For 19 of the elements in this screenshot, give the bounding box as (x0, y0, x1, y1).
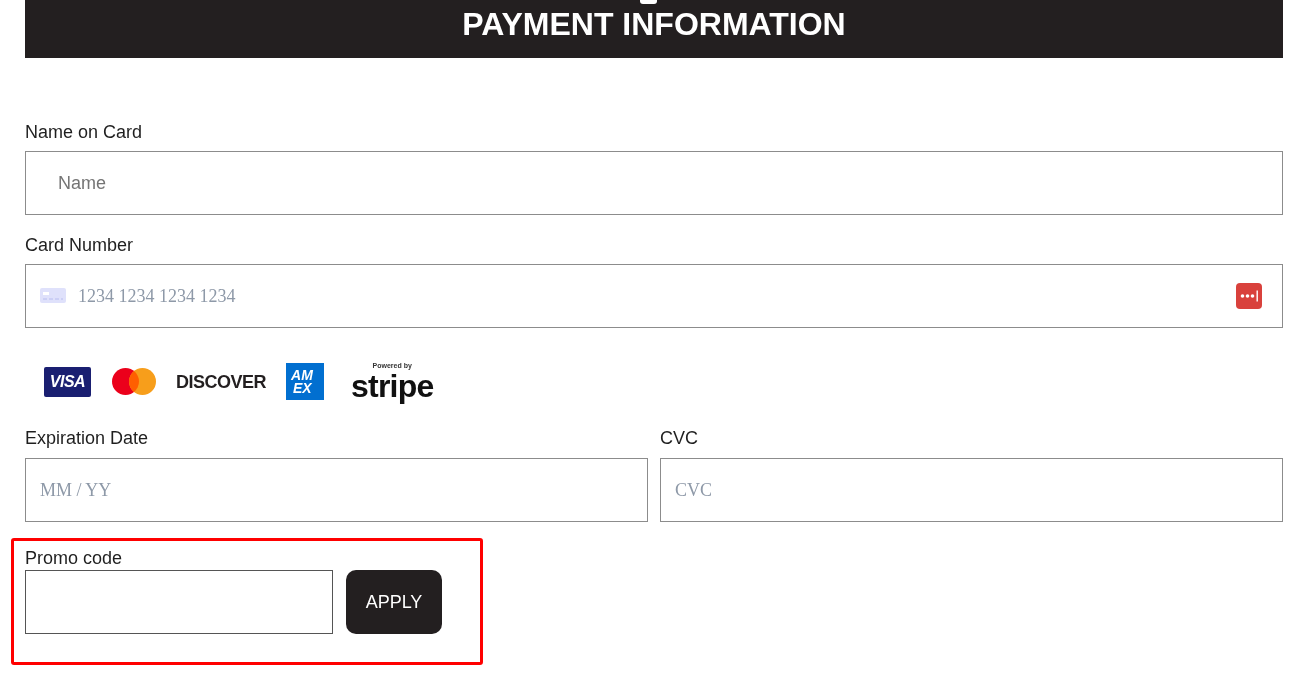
amex-logo: AM EX (286, 363, 325, 400)
discover-logo: DISCOVER (176, 372, 267, 391)
apply-button[interactable]: APPLY (346, 570, 442, 634)
password-dots-icon[interactable] (1236, 283, 1262, 309)
field-label: Expiration Date (25, 427, 150, 449)
page-title: PAYMENT INFORMATION (462, 6, 846, 42)
field-label: Name on Card (25, 121, 144, 143)
expiry-input[interactable]: MM / YY (25, 458, 648, 522)
card-icon (40, 288, 66, 303)
promo-code-input[interactable] (25, 570, 333, 634)
mastercard-logo-icon (112, 368, 156, 395)
cvc-input[interactable]: CVC (660, 458, 1283, 522)
field-label: CVC (660, 427, 699, 449)
field-label: Card Number (25, 234, 135, 256)
field-label: Promo code (25, 547, 124, 569)
handle-icon (640, 0, 657, 4)
card-number-input[interactable]: 1234 1234 1234 1234 (25, 264, 1283, 328)
name-input[interactable]: Name (25, 151, 1283, 215)
visa-logo: VISA (44, 366, 91, 397)
